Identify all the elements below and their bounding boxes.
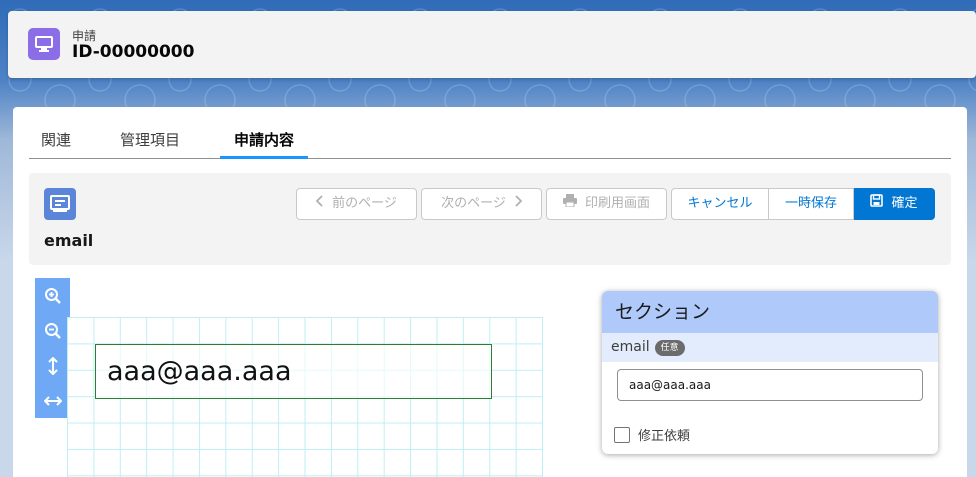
tab-bar: 関連 管理項目 申請内容: [29, 121, 951, 159]
fit-height-icon[interactable]: [35, 348, 70, 383]
main-card: 関連 管理項目 申請内容 email 前のページ 次のページ 印刷用画面 キャン…: [13, 107, 967, 477]
correction-request-checkbox[interactable]: [614, 426, 630, 443]
confirm-button[interactable]: 確定: [854, 188, 935, 220]
form-icon: [44, 188, 76, 220]
form-title: email: [44, 231, 94, 250]
chevron-right-icon: [514, 189, 523, 219]
correction-request-label: 修正依頼: [638, 429, 691, 444]
record-id: ID-00000000: [72, 42, 195, 62]
next-page-button[interactable]: 次のページ: [421, 188, 542, 220]
prev-page-button[interactable]: 前のページ: [296, 188, 417, 220]
zoom-in-icon[interactable]: [35, 278, 70, 313]
tab-related[interactable]: 関連: [41, 121, 71, 159]
next-page-label: 次のページ: [441, 196, 506, 211]
field-label-row: email 任意: [602, 333, 938, 362]
tab-management-items[interactable]: 管理項目: [120, 121, 180, 159]
cancel-button[interactable]: キャンセル: [671, 188, 769, 220]
zoom-toolbar: [35, 278, 70, 418]
field-label: email: [611, 339, 650, 355]
print-label: 印刷用画面: [584, 196, 650, 211]
print-icon: [562, 189, 577, 219]
save-draft-button[interactable]: 一時保存: [769, 188, 854, 220]
correction-request-row[interactable]: 修正依頼: [614, 425, 690, 444]
email-field[interactable]: aaa@aaa.aaa: [617, 369, 923, 401]
confirm-label: 確定: [891, 196, 918, 211]
preview-email-field[interactable]: aaa@aaa.aaa: [95, 344, 492, 399]
fit-width-icon[interactable]: [35, 383, 70, 418]
section-panel: セクション email 任意 aaa@aaa.aaa 修正依頼: [602, 291, 938, 454]
zoom-out-icon[interactable]: [35, 313, 70, 348]
monitor-icon: [28, 28, 60, 60]
tab-application-content[interactable]: 申請内容: [220, 121, 308, 159]
optional-badge: 任意: [654, 339, 685, 356]
section-title: セクション: [602, 291, 938, 333]
print-button[interactable]: 印刷用画面: [546, 188, 667, 220]
save-icon: [870, 189, 884, 219]
form-toolbar-panel: email 前のページ 次のページ 印刷用画面 キャンセル 一時保存 確定: [29, 173, 951, 265]
prev-page-label: 前のページ: [332, 196, 397, 211]
record-header: 申請 ID-00000000: [8, 11, 976, 78]
chevron-left-icon: [315, 189, 324, 219]
